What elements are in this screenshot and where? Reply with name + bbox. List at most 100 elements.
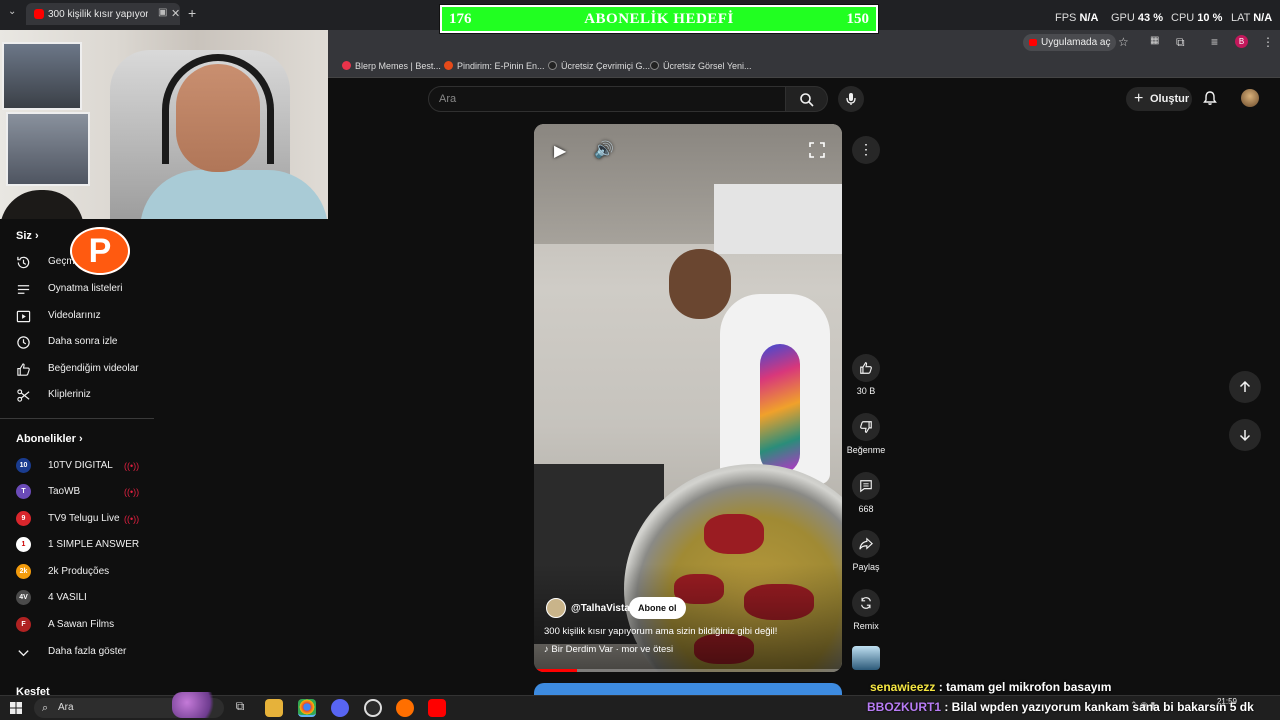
subscription-item[interactable]: 4V 4 VASILI	[0, 585, 154, 611]
close-tab-icon[interactable]: ✕	[171, 7, 180, 20]
subscription-item[interactable]: 9 TV9 Telugu Live ((•))	[0, 506, 154, 532]
app-icon[interactable]	[396, 699, 414, 717]
bookmark-item[interactable]: Blerp Memes | Best...	[342, 61, 441, 71]
open-in-app-button[interactable]: Uygulamada aç	[1023, 34, 1117, 51]
next-short-button[interactable]	[1229, 419, 1261, 451]
channel-avatar: 10	[16, 458, 31, 473]
remix-button[interactable]	[852, 589, 880, 617]
search-input[interactable]: Ara	[428, 86, 786, 112]
fullscreen-icon[interactable]	[809, 142, 825, 158]
webcam-overlay	[0, 30, 328, 219]
chrome-icon[interactable]	[298, 699, 316, 717]
channel-avatar: 4V	[16, 590, 31, 605]
playlists-icon	[17, 285, 30, 294]
dislike-button[interactable]	[852, 413, 880, 441]
short-video-player[interactable]: ▶ 🔊 @TalhaVista Abone ol 300 kişilik kıs…	[534, 124, 842, 672]
new-tab-button[interactable]: +	[188, 5, 196, 21]
search-button[interactable]	[786, 86, 828, 112]
bookmark-item[interactable]: Ücretsiz Görsel Yeni...	[650, 61, 752, 71]
subscription-item[interactable]: 10 10TV DIGITAL ((•))	[0, 453, 154, 479]
subscription-label: TaoWB	[48, 486, 81, 497]
subscription-label: TV9 Telugu Live	[48, 513, 120, 524]
chat-message: senawieezz : tamam gel mikrofon basayım	[870, 680, 1111, 694]
obs-icon[interactable]	[364, 699, 382, 717]
sidebar-subscriptions-heading[interactable]: Abonelikler ›	[16, 433, 83, 445]
tab-list-icon[interactable]: ⌄	[8, 6, 16, 17]
task-view-icon[interactable]: ⧉	[231, 699, 249, 717]
sidebar-item-liked-videos[interactable]: Beğendiğim videolar	[0, 356, 154, 382]
more-options-button[interactable]: ⋮	[852, 136, 880, 164]
chevron-right-icon: ›	[34, 230, 39, 242]
share-button[interactable]	[852, 530, 880, 558]
sidebar-item-label: Klipleriniz	[48, 389, 91, 400]
remix-icon	[861, 597, 871, 609]
remix-action[interactable]: Remix	[846, 589, 886, 631]
sidebar-item-label: Beğendiğim videolar	[48, 363, 139, 374]
volume-icon[interactable]: 🔊	[594, 140, 614, 160]
channel-avatar: F	[16, 617, 31, 632]
music-link[interactable]: ♪ Bir Derdim Var · mor ve ötesi	[544, 644, 673, 655]
screen: ⌄ 300 kişilik kısır yapıyorum a ▣ ✕ + F P…	[0, 0, 1280, 720]
subscription-item[interactable]: F A Sawan Films	[0, 612, 154, 638]
video-frame-table	[714, 184, 842, 254]
play-icon[interactable]: ▶	[554, 141, 566, 161]
media-controls-icon[interactable]: ≡	[1211, 35, 1218, 49]
history-icon	[17, 256, 30, 269]
arrow-down-icon	[1239, 430, 1251, 442]
like-count: 30 B	[856, 386, 876, 396]
dislike-label: Beğenme	[846, 445, 886, 455]
tab-media-icon[interactable]: ▣	[158, 7, 167, 18]
show-more-label: Daha fazla göster	[48, 646, 127, 657]
sidebar-item-your-videos[interactable]: Videolarınız	[0, 303, 154, 329]
bookmark-item[interactable]: Pindirim: E-Pinin En...	[444, 61, 545, 71]
subscription-item[interactable]: 2k 2k Produções	[0, 559, 154, 585]
pindirim-icon	[444, 61, 453, 70]
windows-start-icon[interactable]	[10, 702, 22, 714]
account-avatar[interactable]	[1241, 89, 1259, 107]
youtube-app-icon[interactable]	[428, 699, 446, 717]
bookmark-item[interactable]: Ücretsiz Çevrimiçi G...	[548, 61, 650, 71]
dislike-action[interactable]: Beğenme	[846, 413, 886, 455]
wall-photo	[6, 112, 90, 186]
extension-badge-icon[interactable]: ▦	[1150, 35, 1159, 46]
short-title[interactable]: 300 kişilik kısır yapıyorum ama sizin bi…	[544, 626, 834, 637]
discord-icon[interactable]	[331, 699, 349, 717]
sidebar-you-heading[interactable]: Siz ›	[16, 230, 39, 242]
subscription-item[interactable]: T TaoWB ((•))	[0, 479, 154, 505]
previous-short-button[interactable]	[1229, 371, 1261, 403]
sidebar-item-playlists[interactable]: Oynatma listeleri	[0, 276, 154, 302]
share-action[interactable]: Paylaş	[846, 530, 886, 572]
chat-message: BBOZKURT1 : Bilal wpden yazıyorum kankam…	[867, 700, 1254, 714]
subscription-item[interactable]: 1 1 SIMPLE ANSWER	[0, 532, 154, 558]
show-more-button[interactable]: Daha fazla göster	[0, 639, 154, 665]
chevron-right-icon: ›	[78, 433, 83, 445]
file-explorer-icon[interactable]	[265, 699, 283, 717]
next-short-preview[interactable]	[534, 683, 842, 695]
browser-tab[interactable]: 300 kişilik kısır yapıyorum a ▣ ✕	[26, 3, 180, 25]
channel-avatar[interactable]	[546, 598, 566, 618]
like-action[interactable]: 30 B	[846, 354, 886, 396]
comments-action[interactable]: 668	[846, 472, 886, 514]
extensions-icon[interactable]: ⧉	[1176, 35, 1185, 50]
progress-bar[interactable]	[534, 669, 842, 672]
more-vert-icon: ⋮	[859, 141, 873, 157]
voice-search-button[interactable]	[838, 86, 864, 112]
sidebar: Siz › Geçmiş Oynatma listeleri Videoları…	[0, 219, 154, 698]
chat-text: : tamam gel mikrofon basayım	[935, 680, 1112, 694]
video-frame-chef-head	[669, 249, 731, 319]
sidebar-item-clips[interactable]: Klipleriniz	[0, 382, 154, 408]
comments-button[interactable]	[852, 472, 880, 500]
thumbs-up-icon	[17, 363, 30, 376]
live-indicator-icon: ((•))	[124, 487, 140, 497]
subscribe-button[interactable]: Abone ol	[629, 597, 686, 619]
channel-handle[interactable]: @TalhaVista	[571, 603, 630, 614]
sidebar-item-watch-later[interactable]: Daha sonra izle	[0, 329, 154, 355]
notifications-bell-icon[interactable]	[1202, 90, 1218, 106]
profile-avatar[interactable]: B	[1235, 35, 1248, 48]
watch-later-icon	[17, 336, 30, 349]
create-button[interactable]: + Oluştur	[1126, 87, 1192, 111]
bookmark-star-icon[interactable]: ☆	[1118, 35, 1129, 49]
browser-menu-icon[interactable]: ⋮	[1262, 35, 1274, 49]
like-button[interactable]	[852, 354, 880, 382]
sound-thumbnail[interactable]	[852, 646, 880, 670]
